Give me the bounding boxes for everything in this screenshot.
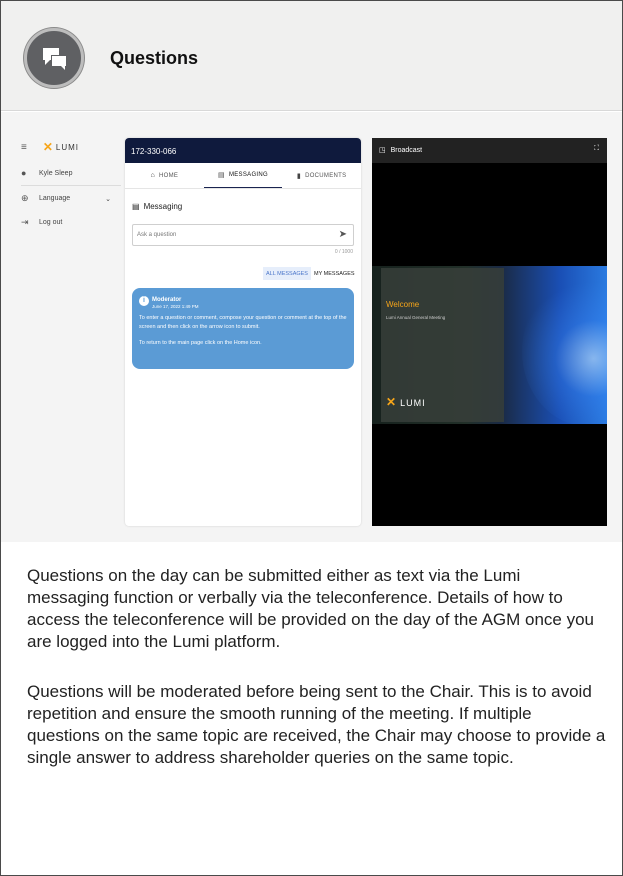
globe-graphic bbox=[522, 276, 607, 424]
sidebar-item-label: Kyle Sleep bbox=[39, 169, 73, 177]
sidebar: ≡ ✕ LUMI ● Kyle Sleep ⊕ Language ⌄ ⇥ Log… bbox=[21, 112, 126, 542]
slide-logo: ✕ LUMI bbox=[386, 395, 426, 409]
tab-documents[interactable]: ▮ DOCUMENTS bbox=[282, 163, 361, 188]
meeting-id: 172-330-066 bbox=[125, 138, 361, 163]
app-screenshot: ≡ ✕ LUMI ● Kyle Sleep ⊕ Language ⌄ ⇥ Log… bbox=[1, 112, 622, 542]
globe-icon: ⊕ bbox=[21, 193, 29, 203]
moderator-message: i Moderator June 17, 2022 1:49 PM To ent… bbox=[132, 288, 354, 369]
my-messages-filter[interactable]: MY MESSAGES bbox=[311, 267, 358, 280]
info-icon: i bbox=[139, 296, 149, 306]
broadcast-video[interactable]: Welcome Lumi Annual General Meeting ✕ LUM… bbox=[372, 266, 607, 424]
user-icon: ● bbox=[21, 168, 27, 178]
chat-icon: ▤ bbox=[218, 172, 225, 179]
document-icon: ▮ bbox=[296, 172, 302, 180]
all-messages-filter[interactable]: ALL MESSAGES bbox=[263, 267, 311, 280]
chat-bubbles-icon bbox=[24, 28, 84, 88]
send-arrow-icon[interactable]: ➤ bbox=[339, 229, 347, 240]
questions-card: Questions ≡ ✕ LUMI ● Kyle Sleep ⊕ Langua… bbox=[0, 0, 623, 876]
logout-icon: ⇥ bbox=[21, 217, 29, 227]
question-input[interactable]: Ask a question ➤ bbox=[132, 224, 354, 246]
cast-icon: ◳ bbox=[379, 147, 386, 154]
hamburger-icon[interactable]: ≡ bbox=[21, 142, 27, 153]
lumi-logo-text: LUMI bbox=[55, 142, 80, 152]
lumi-logo-icon: ✕ bbox=[386, 395, 398, 409]
sidebar-item-logout[interactable]: ⇥ Log out bbox=[21, 217, 62, 228]
chat-icon: ▤ bbox=[132, 202, 140, 211]
sidebar-item-language[interactable]: ⊕ Language ⌄ bbox=[21, 193, 111, 204]
tab-messaging[interactable]: ▤ MESSAGING bbox=[203, 163, 283, 188]
slide-subtitle: Lumi Annual General Meeting bbox=[386, 315, 446, 320]
tab-label: DOCUMENTS bbox=[305, 172, 347, 179]
broadcast-panel: ◳ Broadcast ⛶ Welcome Lumi Annual Genera… bbox=[372, 138, 607, 526]
message-text: To enter a question or comment, compose … bbox=[139, 314, 347, 331]
messaging-heading: ▤ Messaging bbox=[132, 202, 182, 211]
sidebar-item-label: Log out bbox=[39, 219, 63, 226]
home-icon: ⌂ bbox=[150, 172, 155, 179]
sidebar-header: ≡ ✕ LUMI bbox=[21, 140, 79, 154]
description-paragraph: Questions on the day can be submitted ei… bbox=[27, 566, 595, 651]
message-date: June 17, 2022 1:49 PM bbox=[152, 304, 199, 310]
broadcast-title: Broadcast bbox=[390, 147, 423, 154]
card-header: Questions bbox=[1, 1, 622, 111]
card-title: Questions bbox=[110, 48, 199, 68]
lumi-logo-icon: ✕ bbox=[42, 140, 53, 154]
divider bbox=[21, 185, 121, 186]
question-placeholder: Ask a question bbox=[137, 232, 177, 238]
tab-bar: ⌂ HOME ▤ MESSAGING ▮ DOCUMENTS bbox=[125, 163, 361, 189]
slide-title: Welcome bbox=[386, 300, 420, 309]
messaging-title: Messaging bbox=[143, 202, 183, 211]
slide-logo-text: LUMI bbox=[400, 398, 426, 408]
fullscreen-icon[interactable]: ⛶ bbox=[594, 145, 599, 153]
description-paragraph: Questions will be moderated before being… bbox=[27, 682, 606, 767]
sidebar-item-label: Language bbox=[39, 195, 71, 202]
tab-home[interactable]: ⌂ HOME bbox=[125, 163, 204, 188]
tab-label: HOME bbox=[159, 172, 179, 179]
chevron-down-icon: ⌄ bbox=[105, 195, 111, 203]
messaging-panel: 172-330-066 ⌂ HOME ▤ MESSAGING ▮ DOCUMEN… bbox=[125, 138, 361, 526]
char-counter: 0 / 1000 bbox=[334, 249, 353, 255]
sidebar-item-user[interactable]: ● Kyle Sleep bbox=[21, 168, 72, 178]
tab-label: MESSAGING bbox=[228, 172, 268, 178]
message-text: To return to the main page click on the … bbox=[139, 339, 262, 346]
broadcast-header: ◳ Broadcast ⛶ bbox=[372, 138, 607, 163]
